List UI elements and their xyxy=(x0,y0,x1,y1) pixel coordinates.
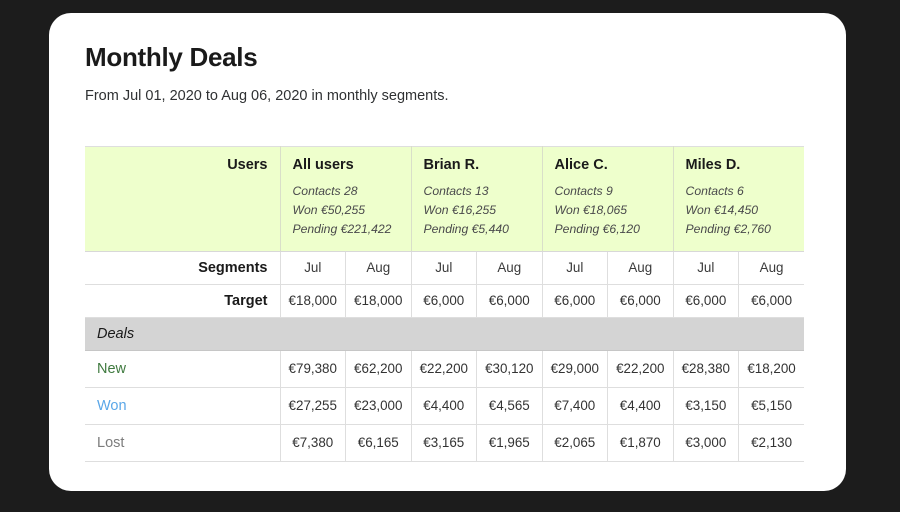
user-pending: Pending €5,440 xyxy=(423,221,509,236)
deal-cell: €29,000 xyxy=(541,350,608,388)
deal-cell: €30,120 xyxy=(476,350,543,388)
deal-cell: €2,130 xyxy=(738,424,805,462)
page-subtitle: From Jul 01, 2020 to Aug 06, 2020 in mon… xyxy=(85,87,449,104)
segments-row-label: Segments xyxy=(85,251,280,285)
target-cell: €6,000 xyxy=(738,284,805,318)
target-cell: €6,000 xyxy=(410,284,477,318)
deal-cell: €3,150 xyxy=(672,387,739,425)
deal-cell: €79,380 xyxy=(279,350,346,388)
user-won: Won €18,065 xyxy=(554,203,628,218)
segment-cell: Jul xyxy=(279,251,346,285)
user-column-all-users: All users Contacts 28 Won €50,255 Pendin… xyxy=(279,146,412,252)
deal-cell: €3,165 xyxy=(410,424,477,462)
report-card-content: Monthly Deals From Jul 01, 2020 to Aug 0… xyxy=(49,13,846,462)
user-pending: Pending €6,120 xyxy=(554,221,640,236)
target-cell: €6,000 xyxy=(607,284,674,318)
deal-cell: €22,200 xyxy=(410,350,477,388)
target-cell: €6,000 xyxy=(476,284,543,318)
user-pending: Pending €2,760 xyxy=(685,221,771,236)
deal-cell: €18,200 xyxy=(738,350,805,388)
deal-cell: €22,200 xyxy=(607,350,674,388)
deal-row-label-won[interactable]: Won xyxy=(85,387,280,425)
deal-cell: €4,400 xyxy=(410,387,477,425)
user-column-miles-d: Miles D. Contacts 6 Won €14,450 Pending … xyxy=(672,146,805,252)
deal-cell: €62,200 xyxy=(345,350,412,388)
monthly-deals-table: Users All users Contacts 28 Won €50,255 … xyxy=(85,145,805,462)
user-contacts: Contacts 6 xyxy=(685,184,744,199)
deals-section-band: Deals xyxy=(85,317,805,351)
deal-cell: €27,255 xyxy=(279,387,346,425)
user-column-brian-r: Brian R. Contacts 13 Won €16,255 Pending… xyxy=(410,146,543,252)
segment-cell: Jul xyxy=(541,251,608,285)
deal-row-label-lost[interactable]: Lost xyxy=(85,424,280,462)
segment-cell: Jul xyxy=(410,251,477,285)
deal-cell: €4,565 xyxy=(476,387,543,425)
target-cell: €18,000 xyxy=(279,284,346,318)
table-row: Lost €7,380 €6,165 €3,165 €1,965 €2,065 … xyxy=(85,424,805,462)
target-cell: €6,000 xyxy=(672,284,739,318)
segment-cell: Aug xyxy=(607,251,674,285)
deal-cell: €2,065 xyxy=(541,424,608,462)
page-title: Monthly Deals xyxy=(85,42,258,72)
user-name: Brian R. xyxy=(423,156,480,173)
segment-cell: Aug xyxy=(738,251,805,285)
user-column-alice-c: Alice C. Contacts 9 Won €18,065 Pending … xyxy=(541,146,674,252)
deal-cell: €1,965 xyxy=(476,424,543,462)
target-cell: €6,000 xyxy=(541,284,608,318)
user-name: Alice C. xyxy=(554,156,608,173)
user-name: Miles D. xyxy=(685,156,741,173)
user-name: All users xyxy=(292,156,354,173)
deal-cell: €5,150 xyxy=(738,387,805,425)
user-contacts: Contacts 28 xyxy=(292,184,358,199)
target-row: Target €18,000 €18,000 €6,000 €6,000 €6,… xyxy=(85,284,805,318)
deal-cell: €7,380 xyxy=(279,424,346,462)
segment-cell: Aug xyxy=(476,251,543,285)
user-won: Won €50,255 xyxy=(292,203,366,218)
segment-cell: Jul xyxy=(672,251,739,285)
deal-cell: €28,380 xyxy=(672,350,739,388)
deals-table-container: Users All users Contacts 28 Won €50,255 … xyxy=(85,145,805,462)
deal-cell: €7,400 xyxy=(541,387,608,425)
deal-cell: €1,870 xyxy=(607,424,674,462)
user-contacts: Contacts 9 xyxy=(554,184,613,199)
users-header-row: Users All users Contacts 28 Won €50,255 … xyxy=(85,146,805,252)
deals-section-row: Deals xyxy=(85,317,805,351)
segments-row: Segments Jul Aug Jul Aug Jul Aug Jul Aug xyxy=(85,251,805,285)
deal-row-label-new[interactable]: New xyxy=(85,350,280,388)
screenshot-viewport: Monthly Deals From Jul 01, 2020 to Aug 0… xyxy=(0,0,900,512)
target-row-label: Target xyxy=(85,284,280,318)
user-pending: Pending €221,422 xyxy=(292,221,392,236)
report-card: Monthly Deals From Jul 01, 2020 to Aug 0… xyxy=(49,13,846,491)
segment-cell: Aug xyxy=(345,251,412,285)
deal-cell: €3,000 xyxy=(672,424,739,462)
table-row: New €79,380 €62,200 €22,200 €30,120 €29,… xyxy=(85,350,805,388)
target-cell: €18,000 xyxy=(345,284,412,318)
deal-cell: €23,000 xyxy=(345,387,412,425)
deal-cell: €4,400 xyxy=(607,387,674,425)
table-row: Won €27,255 €23,000 €4,400 €4,565 €7,400… xyxy=(85,387,805,425)
user-contacts: Contacts 13 xyxy=(423,184,489,199)
user-won: Won €14,450 xyxy=(685,203,759,218)
deal-cell: €6,165 xyxy=(345,424,412,462)
user-won: Won €16,255 xyxy=(423,203,497,218)
users-row-label: Users xyxy=(85,146,280,252)
deals-section-label: Deals xyxy=(97,325,135,342)
